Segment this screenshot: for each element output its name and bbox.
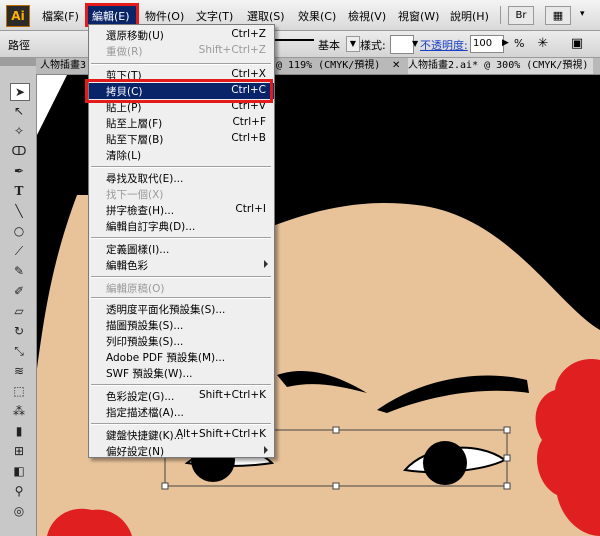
menu-item-assign-profile[interactable]: 指定描述檔(A)... — [89, 404, 274, 420]
menu-view[interactable]: 檢視(V) — [348, 8, 386, 24]
mesh-tool-icon[interactable]: ⊞ — [10, 443, 28, 459]
selection-handle[interactable] — [503, 454, 511, 462]
menu-separator — [91, 384, 271, 386]
opacity-arrow-icon[interactable]: ▶ — [502, 35, 512, 51]
workspace-chevron-icon[interactable]: ▾ — [580, 6, 594, 23]
recolor-artwork-icon[interactable]: ✳ — [532, 35, 554, 52]
eraser-tool-icon[interactable]: ▱ — [10, 303, 28, 319]
annotation-box-copy-item — [85, 79, 273, 103]
eye-right-pupil — [423, 441, 467, 485]
selection-handle[interactable] — [503, 482, 511, 490]
warp-tool-icon[interactable]: ≋ — [10, 363, 28, 379]
tab-document-2[interactable]: 人物插畫2.ai* @ 300% (CMYK/預視) — [408, 58, 593, 74]
menu-item-spell-check[interactable]: 拼字檢查(H)... Ctrl+I — [89, 202, 274, 218]
stroke-line-preview — [274, 39, 314, 41]
gradient-tool-icon[interactable]: ◧ — [10, 463, 28, 479]
menu-item-find-replace[interactable]: 尋找及取代(E)... — [89, 170, 274, 186]
selection-type-label: 路徑 — [8, 39, 30, 52]
graph-tool-icon[interactable]: ▮ — [10, 423, 28, 439]
free-transform-tool-icon[interactable]: ⬚ — [10, 383, 28, 399]
selection-handle[interactable] — [161, 482, 169, 490]
menu-separator — [91, 63, 271, 65]
menu-item-flattener-presets[interactable]: 透明度平面化預設集(S)... — [89, 301, 274, 317]
blob-brush-tool-icon[interactable]: ✐ — [10, 283, 28, 299]
illustrator-logo: Ai — [6, 5, 30, 27]
opacity-unit: % — [514, 37, 525, 50]
menu-help[interactable]: 說明(H) — [450, 8, 489, 24]
menu-item-define-pattern[interactable]: 定義圖樣(I)... — [89, 241, 274, 257]
menu-item-find-next[interactable]: 找下一個(X) — [89, 186, 274, 202]
menu-object[interactable]: 物件(O) — [145, 8, 184, 24]
menu-file[interactable]: 檔案(F) — [42, 8, 79, 24]
eyedropper-tool-icon[interactable]: ⚲ — [10, 483, 28, 499]
pen-tool-icon[interactable]: ✒ — [10, 163, 28, 179]
menu-type[interactable]: 文字(T) — [196, 8, 233, 24]
stroke-profile-dropdown-icon[interactable]: ▼ — [346, 36, 360, 52]
symbol-sprayer-tool-icon[interactable]: ⁂ — [10, 403, 28, 419]
submenu-arrow-icon — [264, 260, 268, 268]
menu-item-clear[interactable]: 清除(L) — [89, 147, 274, 163]
menu-item-redo[interactable]: 重做(R) Shift+Ctrl+Z — [89, 43, 274, 59]
align-icon[interactable]: ▣ — [566, 35, 588, 52]
menu-window[interactable]: 視窗(W) — [398, 8, 439, 24]
tab-document-3[interactable]: 人物插畫3 — [40, 58, 86, 74]
menu-item-preferences[interactable]: 偏好設定(N) — [89, 443, 274, 459]
menu-item-edit-dictionary[interactable]: 編輯自訂字典(D)... — [89, 218, 274, 234]
magic-wand-tool-icon[interactable]: ✧ — [10, 123, 28, 139]
selection-handle[interactable] — [332, 482, 340, 490]
menu-item-tracing-presets[interactable]: 描圖預設集(S)... — [89, 317, 274, 333]
direct-selection-tool-icon[interactable]: ↖ — [10, 103, 28, 119]
menu-item-edit-colors[interactable]: 編輯色彩 — [89, 257, 274, 273]
grid-icon: ▦ — [552, 9, 564, 22]
stroke-profile-value[interactable]: 基本 — [318, 37, 340, 53]
menu-select[interactable]: 選取(S) — [247, 8, 285, 24]
close-icon[interactable]: ✕ — [392, 58, 400, 74]
line-tool-icon[interactable]: ╲ — [10, 203, 28, 219]
menu-separator — [91, 423, 271, 425]
bridge-button[interactable]: Br — [508, 6, 534, 25]
menu-separator — [91, 166, 271, 168]
scale-tool-icon[interactable]: ⤡ — [10, 343, 28, 359]
arrange-documents-button[interactable]: ▦ — [545, 6, 571, 25]
opacity-input[interactable]: 100 — [470, 35, 504, 53]
tools-panel-grip[interactable] — [0, 58, 36, 66]
selection-handle[interactable] — [503, 426, 511, 434]
menu-separator — [91, 276, 271, 278]
menu-item-paste-in-front[interactable]: 貼至上層(F) Ctrl+F — [89, 115, 274, 131]
pencil-tool-icon[interactable]: ✎ — [10, 263, 28, 279]
menu-separator — [91, 237, 271, 239]
menu-item-swf-presets[interactable]: SWF 預設集(W)... — [89, 365, 274, 381]
lasso-tool-icon[interactable]: ↀ — [10, 143, 28, 159]
menu-effect[interactable]: 效果(C) — [298, 8, 336, 24]
opacity-link[interactable]: 不透明度: — [420, 37, 468, 53]
selection-tool-icon[interactable]: ➤ — [10, 83, 30, 101]
bridge-icon: Br — [515, 10, 527, 21]
selection-handle[interactable] — [332, 426, 340, 434]
tab-document-119[interactable]: @ 119% (CMYK/預視) — [276, 58, 391, 74]
tools-panel: ➤ ↖ ✧ ↀ ✒ T ╲ ○ ⟋ ✎ ✐ ▱ ↻ ⤡ ≋ ⬚ ⁂ ▮ ⊞ ◧ … — [0, 58, 37, 536]
graphic-style-swatch[interactable] — [390, 35, 414, 54]
menu-item-paste-in-back[interactable]: 貼至下層(B) Ctrl+B — [89, 131, 274, 147]
menubar-divider — [500, 6, 501, 24]
blend-tool-icon[interactable]: ◎ — [10, 503, 28, 519]
menu-item-edit-original[interactable]: 編輯原稿(O) — [89, 280, 274, 296]
menu-item-keyboard-shortcuts[interactable]: 鍵盤快捷鍵(K)... Alt+Shift+Ctrl+K — [89, 427, 274, 443]
ellipse-tool-icon[interactable]: ○ — [10, 223, 28, 239]
style-label: 樣式: — [360, 39, 386, 52]
menu-separator — [91, 297, 271, 299]
paintbrush-tool-icon[interactable]: ⟋ — [10, 243, 28, 259]
rotate-tool-icon[interactable]: ↻ — [10, 323, 28, 339]
type-tool-icon[interactable]: T — [10, 183, 28, 199]
menu-item-undo[interactable]: 還原移動(U) Ctrl+Z — [89, 27, 274, 43]
submenu-arrow-icon — [264, 446, 268, 454]
menu-item-color-settings[interactable]: 色彩設定(G)... Shift+Ctrl+K — [89, 388, 274, 404]
menu-item-print-presets[interactable]: 列印預設集(S)... — [89, 333, 274, 349]
menu-item-pdf-presets[interactable]: Adobe PDF 預設集(M)... — [89, 349, 274, 365]
